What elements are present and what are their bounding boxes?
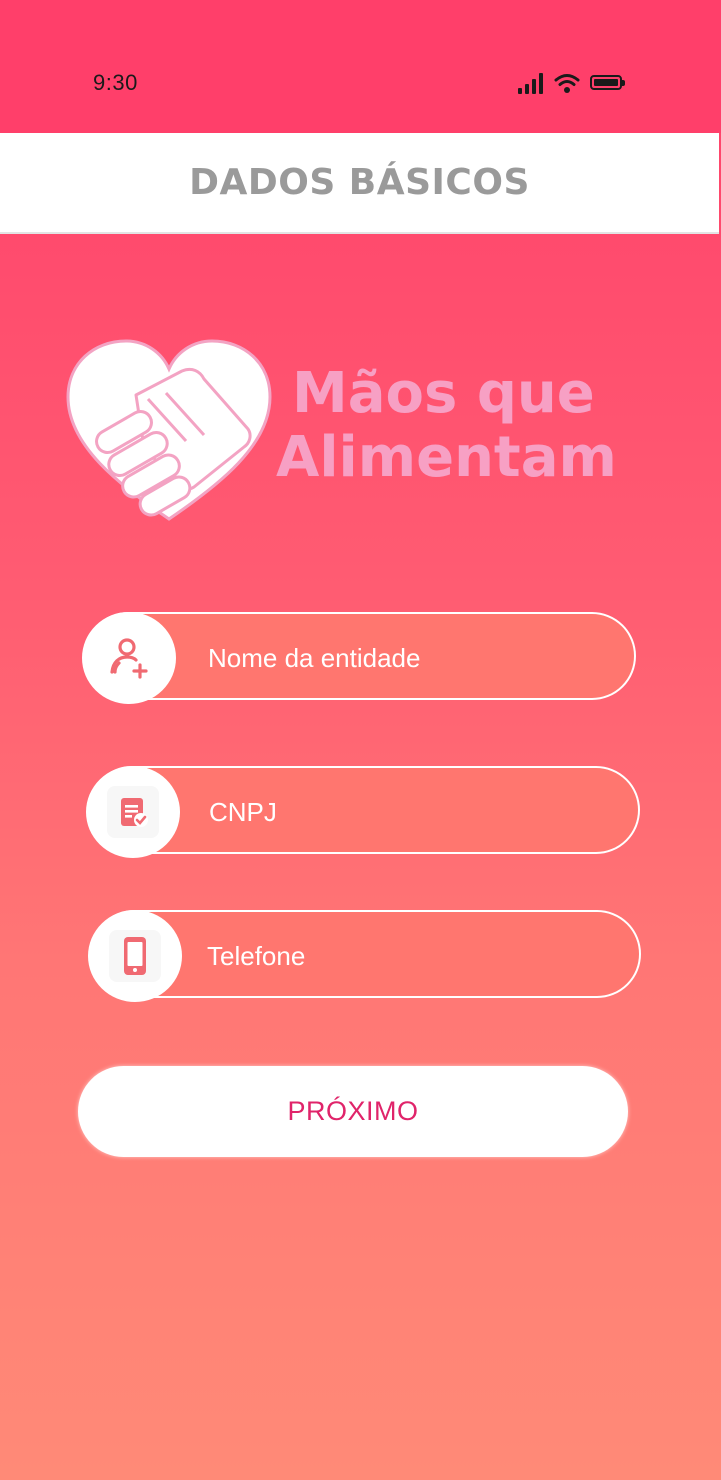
battery-icon (590, 75, 625, 90)
app-logo: Mãos que Alimentam (64, 337, 624, 527)
wifi-icon (554, 74, 580, 93)
cnpj-field[interactable]: CNPJ (86, 766, 640, 858)
phone-label: Telefone (207, 941, 306, 971)
logo-wordmark: Mãos que Alimentam (276, 362, 617, 490)
page-title: DADOS BÁSICOS (189, 162, 530, 203)
entity-name-label: Nome da entidade (208, 643, 421, 673)
cnpj-icon-tile (107, 786, 159, 838)
page-header: DADOS BÁSICOS (0, 133, 719, 234)
logo-line-1: Mãos que (292, 361, 595, 426)
signal-icon (518, 72, 548, 94)
status-bar: 9:30 (0, 0, 721, 133)
entity-name-field[interactable]: Nome da entidade (82, 612, 636, 704)
entity-name-icon-circle (82, 612, 176, 704)
phone-field[interactable]: Telefone (88, 910, 641, 1002)
next-button[interactable]: PRÓXIMO (78, 1066, 628, 1157)
phone-icon-circle (88, 910, 182, 1002)
cnpj-icon-circle (86, 766, 180, 858)
add-user-icon (110, 638, 148, 679)
basic-data-screen: 9:30 DADOS BÁSICOS Mãos que Alimentam No… (0, 0, 721, 1480)
heart-handshake-icon (66, 339, 272, 521)
status-icons (518, 72, 630, 96)
logo-line-2: Alimentam (276, 425, 617, 490)
status-time: 9:30 (93, 70, 138, 95)
document-check-icon (121, 798, 148, 827)
phone-icon-tile (109, 930, 161, 982)
cnpj-label: CNPJ (209, 797, 277, 827)
smartphone-icon (124, 937, 146, 975)
